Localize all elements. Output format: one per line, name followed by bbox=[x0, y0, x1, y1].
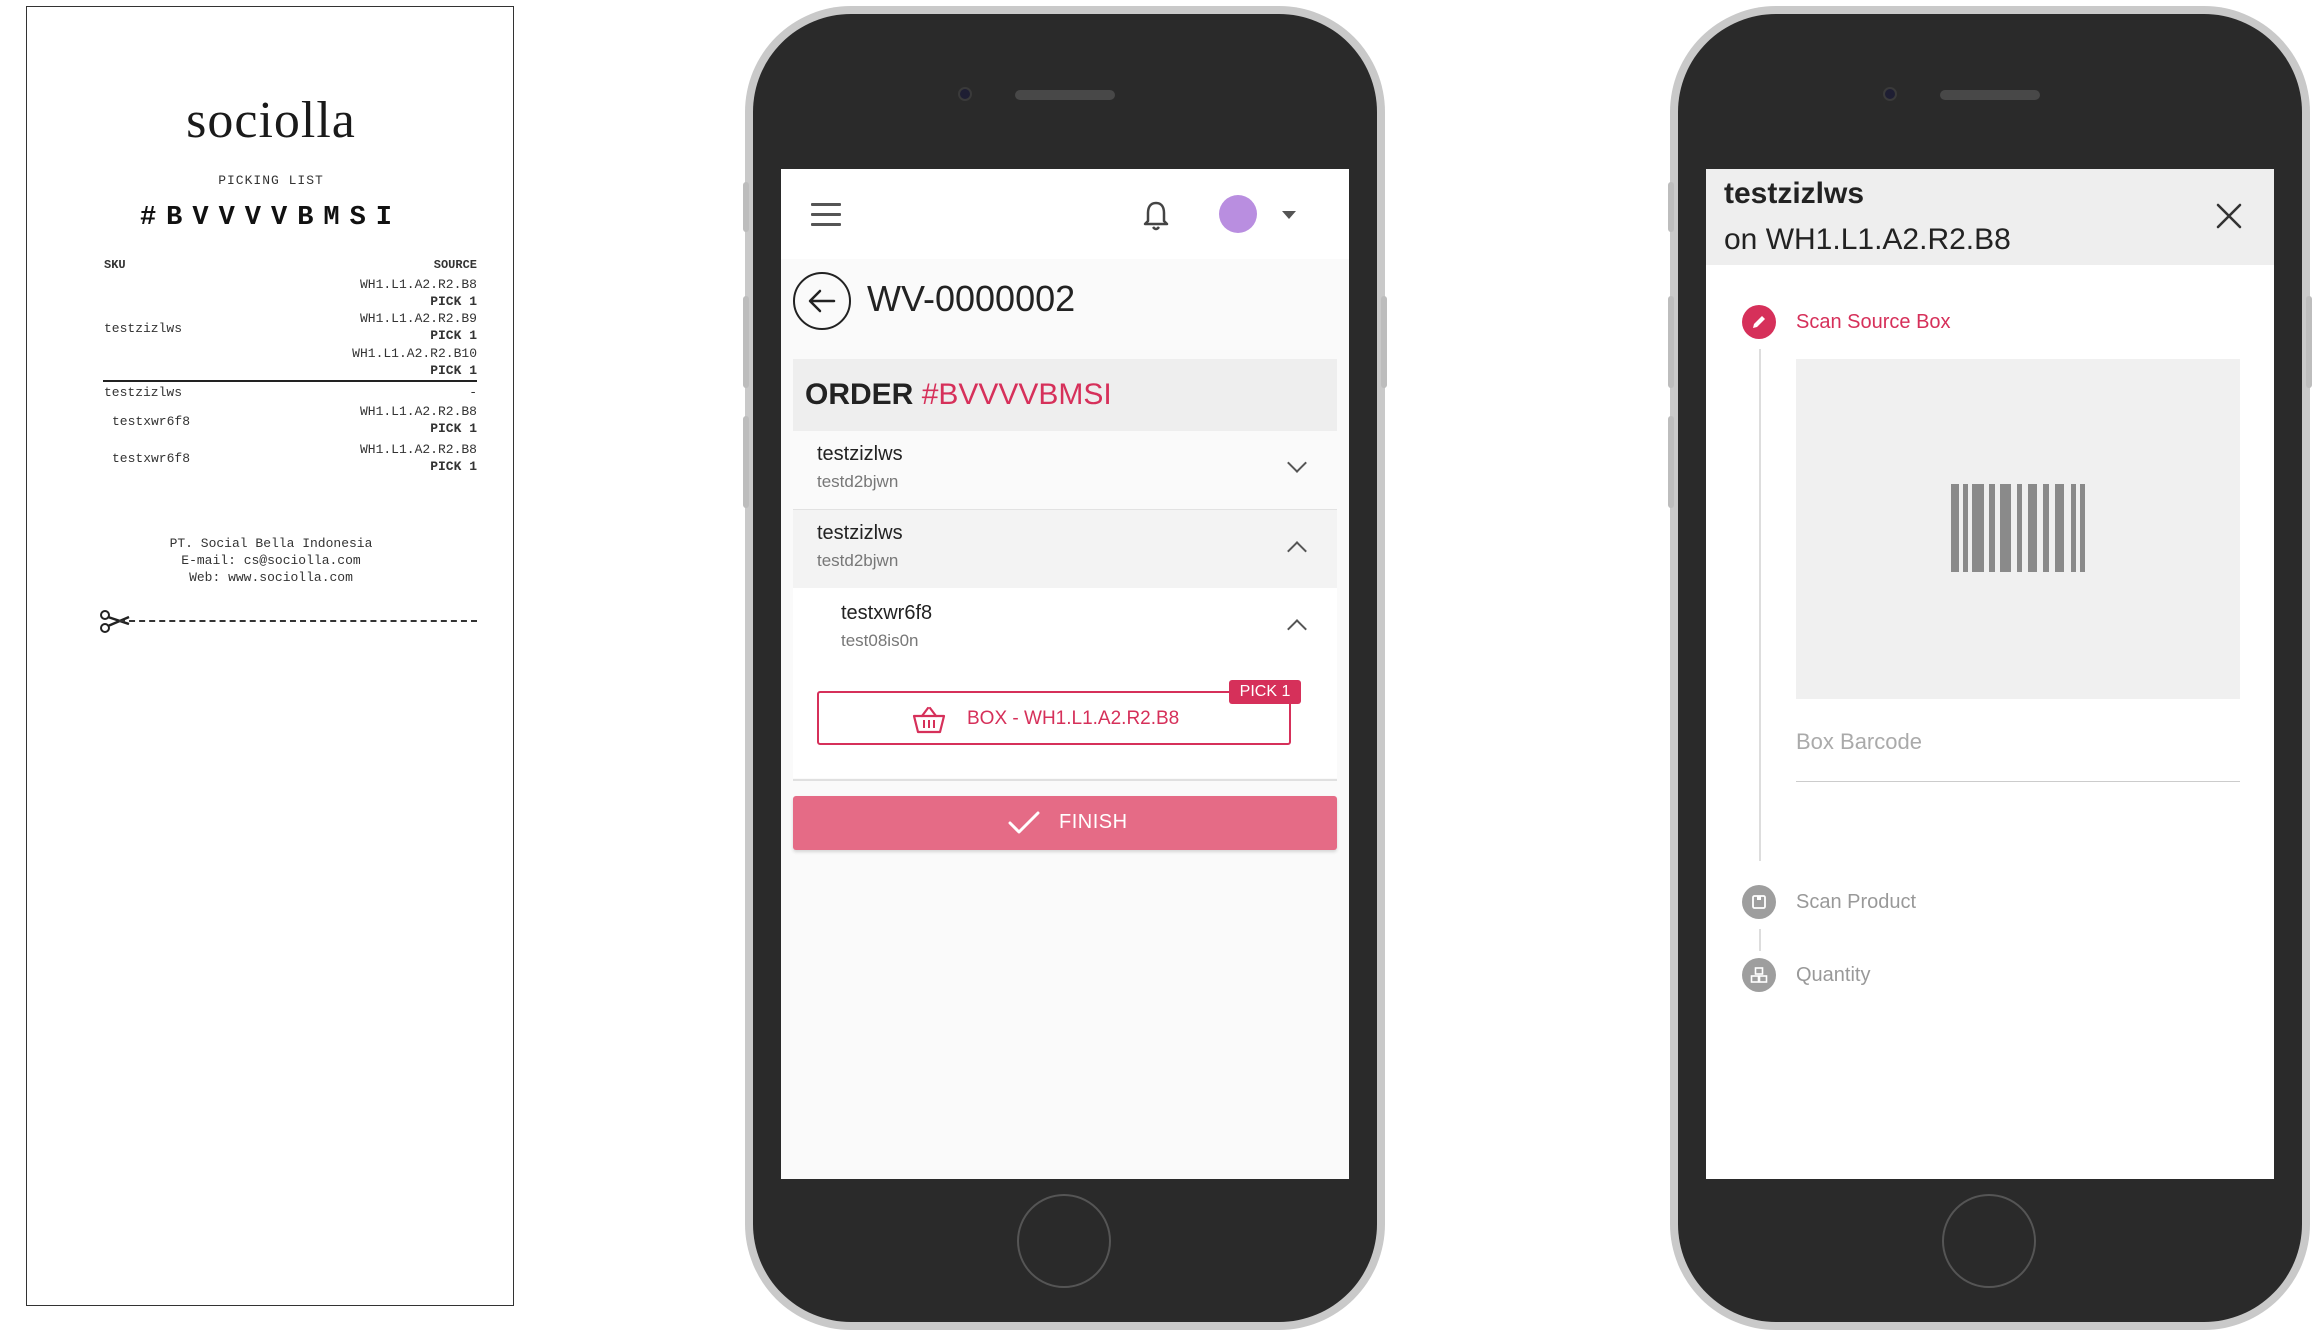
volume-down-button bbox=[1668, 416, 1674, 508]
receipt-web: Web: www.sociolla.com bbox=[189, 570, 353, 585]
receipt-pick: PICK 1 bbox=[430, 328, 477, 343]
close-icon[interactable] bbox=[2215, 202, 2243, 230]
check-icon bbox=[1008, 811, 1040, 834]
sub-item-panel: testxwr6f8 test08is0n BOX - WH1.L1.A2.R2… bbox=[793, 588, 1337, 778]
dialog-title: testzizlws bbox=[1724, 177, 1865, 210]
sub-item-name: testxwr6f8 bbox=[841, 602, 933, 624]
avatar[interactable] bbox=[1219, 195, 1257, 233]
picking-list-receipt: sociolla PICKING LIST #BVVVVBMSI SKU SOU… bbox=[26, 6, 514, 1306]
barcode-icon bbox=[1951, 484, 2085, 572]
field-underline bbox=[1796, 781, 2240, 782]
chevron-up-icon[interactable] bbox=[1287, 619, 1307, 639]
mute-switch bbox=[743, 182, 749, 232]
step-label-quantity: Quantity bbox=[1796, 964, 1871, 986]
receipt-pick: PICK 1 bbox=[430, 294, 477, 309]
mute-switch bbox=[1668, 182, 1674, 232]
volume-up-button bbox=[1668, 296, 1674, 388]
menu-icon[interactable] bbox=[811, 203, 841, 233]
back-arrow-icon bbox=[808, 289, 836, 313]
stack-icon bbox=[1750, 967, 1768, 983]
app-top-bar bbox=[781, 169, 1349, 259]
receipt-email: E-mail: cs@sociolla.com bbox=[181, 553, 361, 568]
scissors-icon bbox=[100, 610, 130, 633]
receipt-location: WH1.L1.A2.R2.B8 bbox=[359, 442, 477, 457]
box-location-label: BOX - WH1.L1.A2.R2.B8 bbox=[967, 708, 1180, 729]
order-item[interactable]: testzizlws testd2bjwn bbox=[793, 510, 1337, 588]
receipt-sub-sku: testxwr6f8 bbox=[112, 451, 191, 466]
chevron-up-icon[interactable] bbox=[1287, 541, 1307, 561]
finish-label: FINISH bbox=[1059, 811, 1128, 833]
phone-frame: testzizlws on WH1.L1.A2.R2.B8 Scan Sourc… bbox=[1668, 6, 2312, 1330]
home-button[interactable] bbox=[1942, 1194, 2036, 1288]
receipt-pick: PICK 1 bbox=[430, 363, 477, 378]
page-title: WV-0000002 bbox=[867, 278, 1076, 319]
order-item[interactable]: testzizlws testd2bjwn bbox=[793, 431, 1337, 509]
chevron-down-icon[interactable] bbox=[1282, 211, 1296, 219]
home-button[interactable] bbox=[1017, 1194, 1111, 1288]
receipt-location: WH1.L1.A2.R2.B8 bbox=[359, 404, 477, 419]
chevron-down-icon[interactable] bbox=[1287, 453, 1307, 473]
phone-screen: WV-0000002 ORDER #BVVVVBMSI testzizlws t… bbox=[781, 169, 1349, 1179]
volume-down-button bbox=[743, 416, 749, 508]
item-name: testzizlws bbox=[817, 443, 903, 465]
receipt-location: WH1.L1.A2.R2.B8 bbox=[359, 277, 477, 292]
basket-icon bbox=[912, 706, 946, 734]
box-icon bbox=[1752, 895, 1766, 909]
receipt-sku: testzizlws bbox=[104, 321, 183, 336]
step-indicator bbox=[1742, 885, 1776, 919]
front-camera bbox=[1883, 87, 1897, 101]
step-label-scan-source-box: Scan Source Box bbox=[1796, 311, 1951, 333]
receipt-order-number: #BVVVVBMSI bbox=[139, 203, 403, 233]
receipt-dash: - bbox=[469, 385, 477, 400]
receipt-location: WH1.L1.A2.R2.B9 bbox=[359, 311, 477, 326]
front-camera bbox=[958, 87, 972, 101]
receipt-company: PT. Social Bella Indonesia bbox=[169, 536, 373, 551]
order-label: ORDER bbox=[805, 378, 914, 411]
finish-button[interactable]: FINISH bbox=[793, 796, 1337, 850]
volume-up-button bbox=[743, 296, 749, 388]
stepper-connector bbox=[1759, 929, 1761, 951]
receipt-subtitle: PICKING LIST bbox=[218, 173, 324, 188]
pick-count-badge: PICK 1 bbox=[1229, 680, 1301, 704]
stepper-connector bbox=[1759, 349, 1761, 861]
sub-item-code: test08is0n bbox=[841, 631, 919, 650]
receipt-sku: testzizlws bbox=[104, 385, 183, 400]
item-name: testzizlws bbox=[817, 522, 903, 544]
phone-screen: testzizlws on WH1.L1.A2.R2.B8 Scan Sourc… bbox=[1706, 169, 2274, 1179]
column-header-source: SOURCE bbox=[433, 258, 477, 272]
back-button[interactable] bbox=[793, 272, 851, 330]
pencil-icon bbox=[1753, 316, 1765, 328]
phone-frame: WV-0000002 ORDER #BVVVVBMSI testzizlws t… bbox=[743, 6, 1387, 1330]
power-button bbox=[1381, 296, 1387, 388]
section-divider bbox=[793, 779, 1337, 781]
step-indicator bbox=[1742, 958, 1776, 992]
item-code: testd2bjwn bbox=[817, 472, 899, 491]
receipt-pick: PICK 1 bbox=[430, 459, 477, 474]
dialog-subtitle: on WH1.L1.A2.R2.B8 bbox=[1724, 223, 2011, 256]
speaker-grille bbox=[1940, 90, 2040, 100]
order-number: #BVVVVBMSI bbox=[921, 378, 1112, 411]
item-code: testd2bjwn bbox=[817, 551, 899, 570]
receipt-sub-sku: testxwr6f8 bbox=[112, 414, 191, 429]
barcode-scan-area[interactable] bbox=[1796, 359, 2240, 699]
order-heading: ORDER #BVVVVBMSI bbox=[805, 378, 1112, 412]
step-indicator-active bbox=[1742, 305, 1776, 339]
box-location-button[interactable]: BOX - WH1.L1.A2.R2.B8 bbox=[817, 691, 1291, 745]
receipt-location: WH1.L1.A2.R2.B10 bbox=[352, 346, 477, 361]
speaker-grille bbox=[1015, 90, 1115, 100]
bell-icon[interactable] bbox=[1141, 199, 1171, 233]
step-label-scan-product: Scan Product bbox=[1796, 891, 1917, 913]
order-header: ORDER #BVVVVBMSI bbox=[793, 359, 1337, 431]
cut-line bbox=[119, 620, 477, 622]
column-header-sku: SKU bbox=[104, 258, 126, 272]
box-barcode-field[interactable]: Box Barcode bbox=[1796, 729, 1922, 755]
power-button bbox=[2306, 296, 2312, 388]
receipt-divider bbox=[103, 380, 477, 382]
brand-logo: sociolla bbox=[186, 92, 356, 149]
receipt-pick: PICK 1 bbox=[430, 421, 477, 436]
